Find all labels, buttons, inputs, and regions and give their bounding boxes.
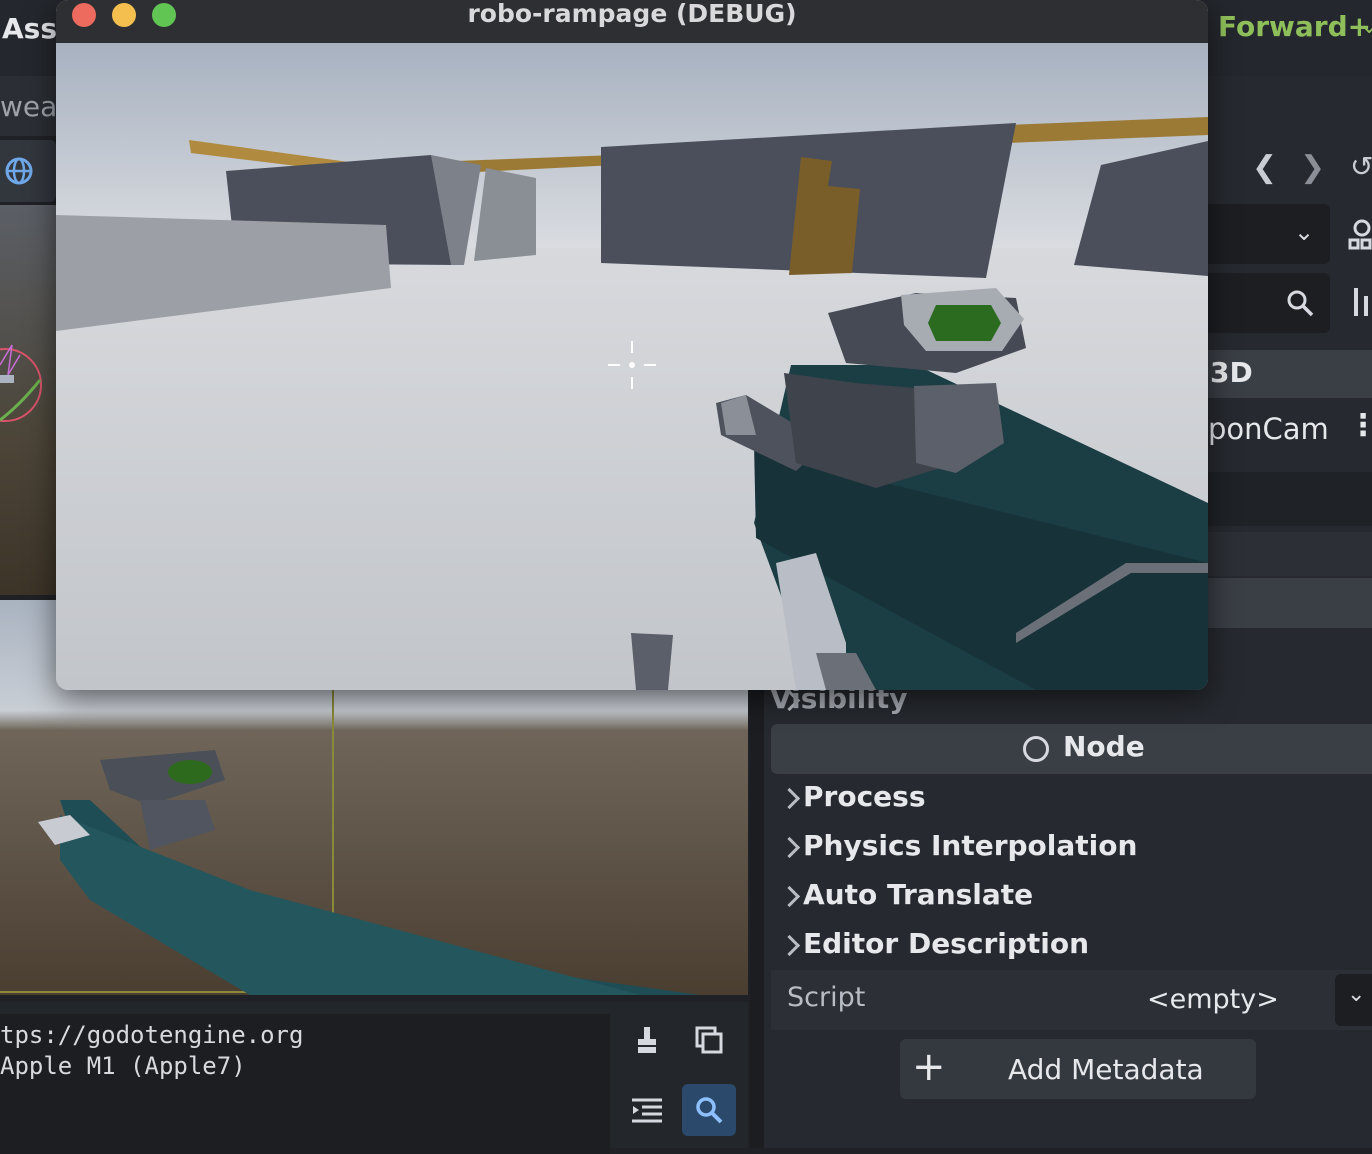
chevron-down-icon[interactable]: ⌄: [1360, 14, 1372, 39]
add-metadata-button[interactable]: + Add Metadata: [900, 1039, 1256, 1099]
object-tools-icon[interactable]: [1346, 218, 1372, 252]
physics-interpolation-section[interactable]: Physics Interpolation: [803, 829, 1137, 862]
inspector-group-header: [1208, 578, 1372, 628]
game-viewport[interactable]: [56, 43, 1208, 690]
node-category-header: Node: [771, 724, 1372, 774]
node-name-field[interactable]: ponCam: [1208, 412, 1329, 446]
more-options-icon[interactable]: ⋮: [1348, 408, 1372, 443]
chevron-down-icon: ⌄: [1294, 218, 1315, 246]
script-label: Script: [787, 982, 866, 1013]
output-log[interactable]: tps://godotengine.org Apple M1 (Apple7): [0, 1014, 610, 1154]
node-icon: [1023, 736, 1049, 762]
renderer-selector[interactable]: Forward+: [1218, 10, 1371, 43]
editor-description-section[interactable]: Editor Description: [803, 927, 1089, 960]
game-window[interactable]: robo-rampage (DEBUG): [56, 0, 1208, 690]
window-title: robo-rampage (DEBUG): [467, 0, 797, 28]
auto-translate-section[interactable]: Auto Translate: [803, 878, 1033, 911]
clear-output-button[interactable]: [620, 1014, 674, 1066]
plus-icon: +: [912, 1044, 946, 1090]
log-line: Apple M1 (Apple7): [0, 1052, 246, 1080]
output-tools: [618, 1010, 742, 1148]
asset-lib-tab[interactable]: Ass: [2, 12, 57, 45]
search-icon: [696, 1097, 723, 1124]
inspector-class-header: 3D: [1208, 350, 1372, 398]
inspector-group: [1208, 532, 1372, 576]
script-dropdown[interactable]: ⌄: [1335, 974, 1372, 1026]
process-section[interactable]: Process: [803, 780, 926, 813]
log-line: tps://godotengine.org: [0, 1021, 304, 1049]
tools-icon[interactable]: [1350, 286, 1372, 318]
panel-splitter[interactable]: [750, 690, 764, 1148]
resource-dropdown[interactable]: ⌄: [1208, 204, 1330, 264]
history-icon[interactable]: ↺: [1350, 150, 1372, 183]
3d-viewport-top[interactable]: [0, 205, 56, 595]
inspector-subheader: [1208, 472, 1372, 526]
viewport-toolbar: [0, 140, 56, 202]
align-lines-icon: [632, 1098, 662, 1123]
broom-icon: [638, 1027, 656, 1053]
globe-icon[interactable]: [4, 156, 34, 186]
game-scene: [56, 43, 1208, 690]
collapse-output-button[interactable]: [620, 1084, 674, 1136]
gizmo-graphic: [0, 344, 42, 422]
property-filter-input[interactable]: [1208, 273, 1330, 333]
add-metadata-label: Add Metadata: [1008, 1053, 1204, 1086]
copy-icon: [695, 1026, 723, 1054]
copy-output-button[interactable]: [682, 1014, 736, 1066]
history-forward-icon[interactable]: ❯: [1300, 150, 1325, 185]
script-property-row: Script <empty> ⌄: [771, 970, 1372, 1030]
search-icon: [1287, 290, 1314, 317]
history-back-icon[interactable]: ❮: [1252, 150, 1277, 185]
class-name: 3D: [1210, 356, 1253, 389]
filter-output-button[interactable]: [682, 1084, 736, 1136]
node-category-label: Node: [1063, 730, 1145, 763]
script-value[interactable]: <empty>: [1147, 984, 1279, 1015]
window-title-bar[interactable]: robo-rampage (DEBUG): [56, 0, 1208, 44]
chevron-down-icon: ⌄: [1347, 982, 1366, 1007]
